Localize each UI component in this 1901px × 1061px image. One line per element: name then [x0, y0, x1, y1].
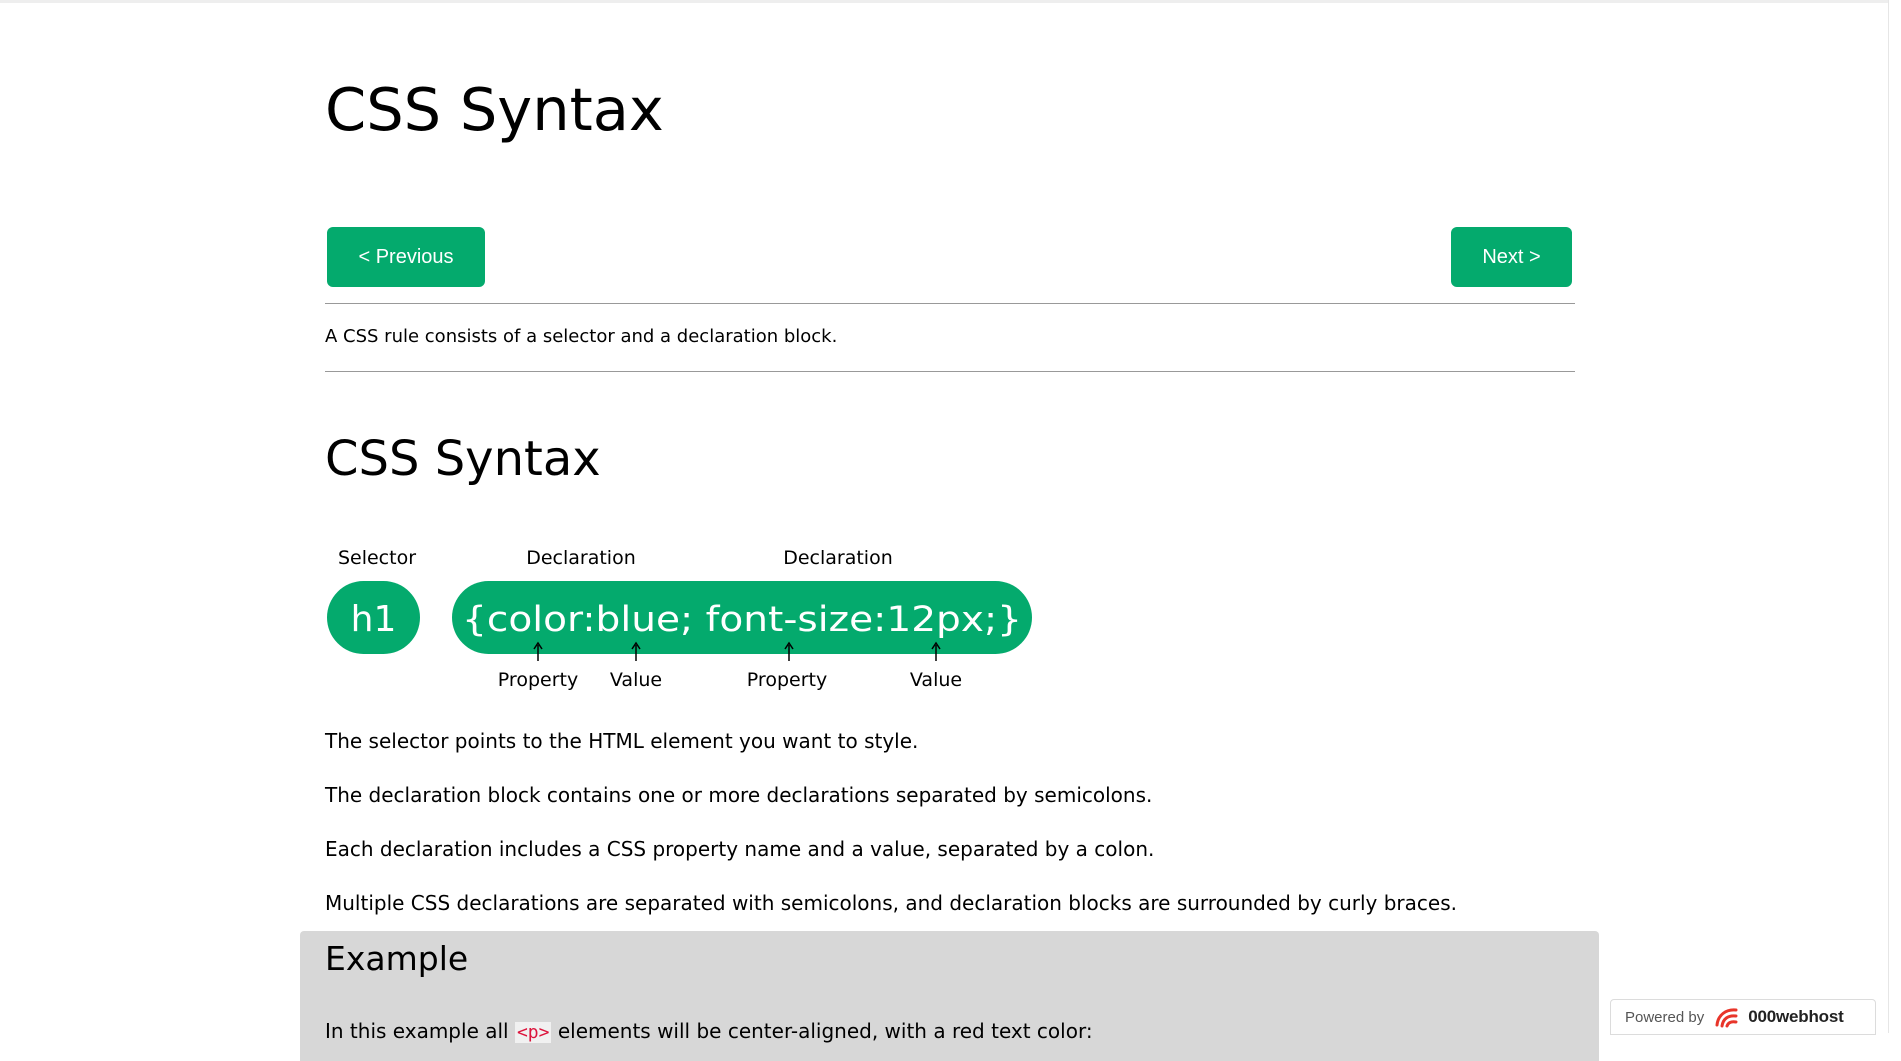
property-label-2: Property	[747, 669, 827, 691]
paragraph-declaration: Each declaration includes a CSS property…	[325, 837, 1155, 861]
value-label-1: Value	[610, 669, 662, 691]
webhost-brand-label: 000webhost	[1748, 1007, 1844, 1026]
next-button[interactable]: Next >	[1451, 227, 1572, 287]
example-description: In this example all <p> elements will be…	[325, 1019, 1093, 1043]
vertical-scrollbar[interactable]	[1888, 0, 1901, 1033]
example-box: Example In this example all <p> elements…	[300, 931, 1599, 1061]
value-label-2: Value	[910, 669, 962, 691]
section-title: CSS Syntax	[325, 431, 601, 487]
powered-by-badge[interactable]: Powered by 000webhost	[1610, 999, 1876, 1035]
paragraph-multiple-declarations: Multiple CSS declarations are separated …	[325, 891, 1457, 915]
declaration-label-1: Declaration	[526, 547, 636, 569]
selector-code: h1	[351, 599, 397, 640]
top-border	[0, 0, 1901, 3]
powered-by-label: Powered by	[1625, 1008, 1705, 1026]
declaration-label-2: Declaration	[783, 547, 893, 569]
divider-top	[325, 303, 1575, 304]
example-text-after: elements will be center-aligned, with a …	[551, 1019, 1093, 1043]
declaration-code: {color:blue; font-size:12px;}	[462, 600, 1022, 640]
divider-bottom	[325, 371, 1575, 372]
paragraph-declaration-block: The declaration block contains one or mo…	[325, 783, 1153, 807]
paragraph-selector: The selector points to the HTML element …	[325, 729, 919, 753]
css-syntax-diagram: Selector Declaration Declaration h1 {col…	[327, 547, 1032, 691]
previous-button[interactable]: < Previous	[327, 227, 485, 287]
example-text-before: In this example all	[325, 1019, 515, 1043]
example-title: Example	[325, 939, 469, 978]
page-title: CSS Syntax	[325, 75, 664, 144]
selector-label: Selector	[338, 547, 416, 569]
property-label-1: Property	[498, 669, 578, 691]
intro-text: A CSS rule consists of a selector and a …	[325, 326, 838, 347]
webhost-logo-icon	[1715, 1008, 1738, 1028]
